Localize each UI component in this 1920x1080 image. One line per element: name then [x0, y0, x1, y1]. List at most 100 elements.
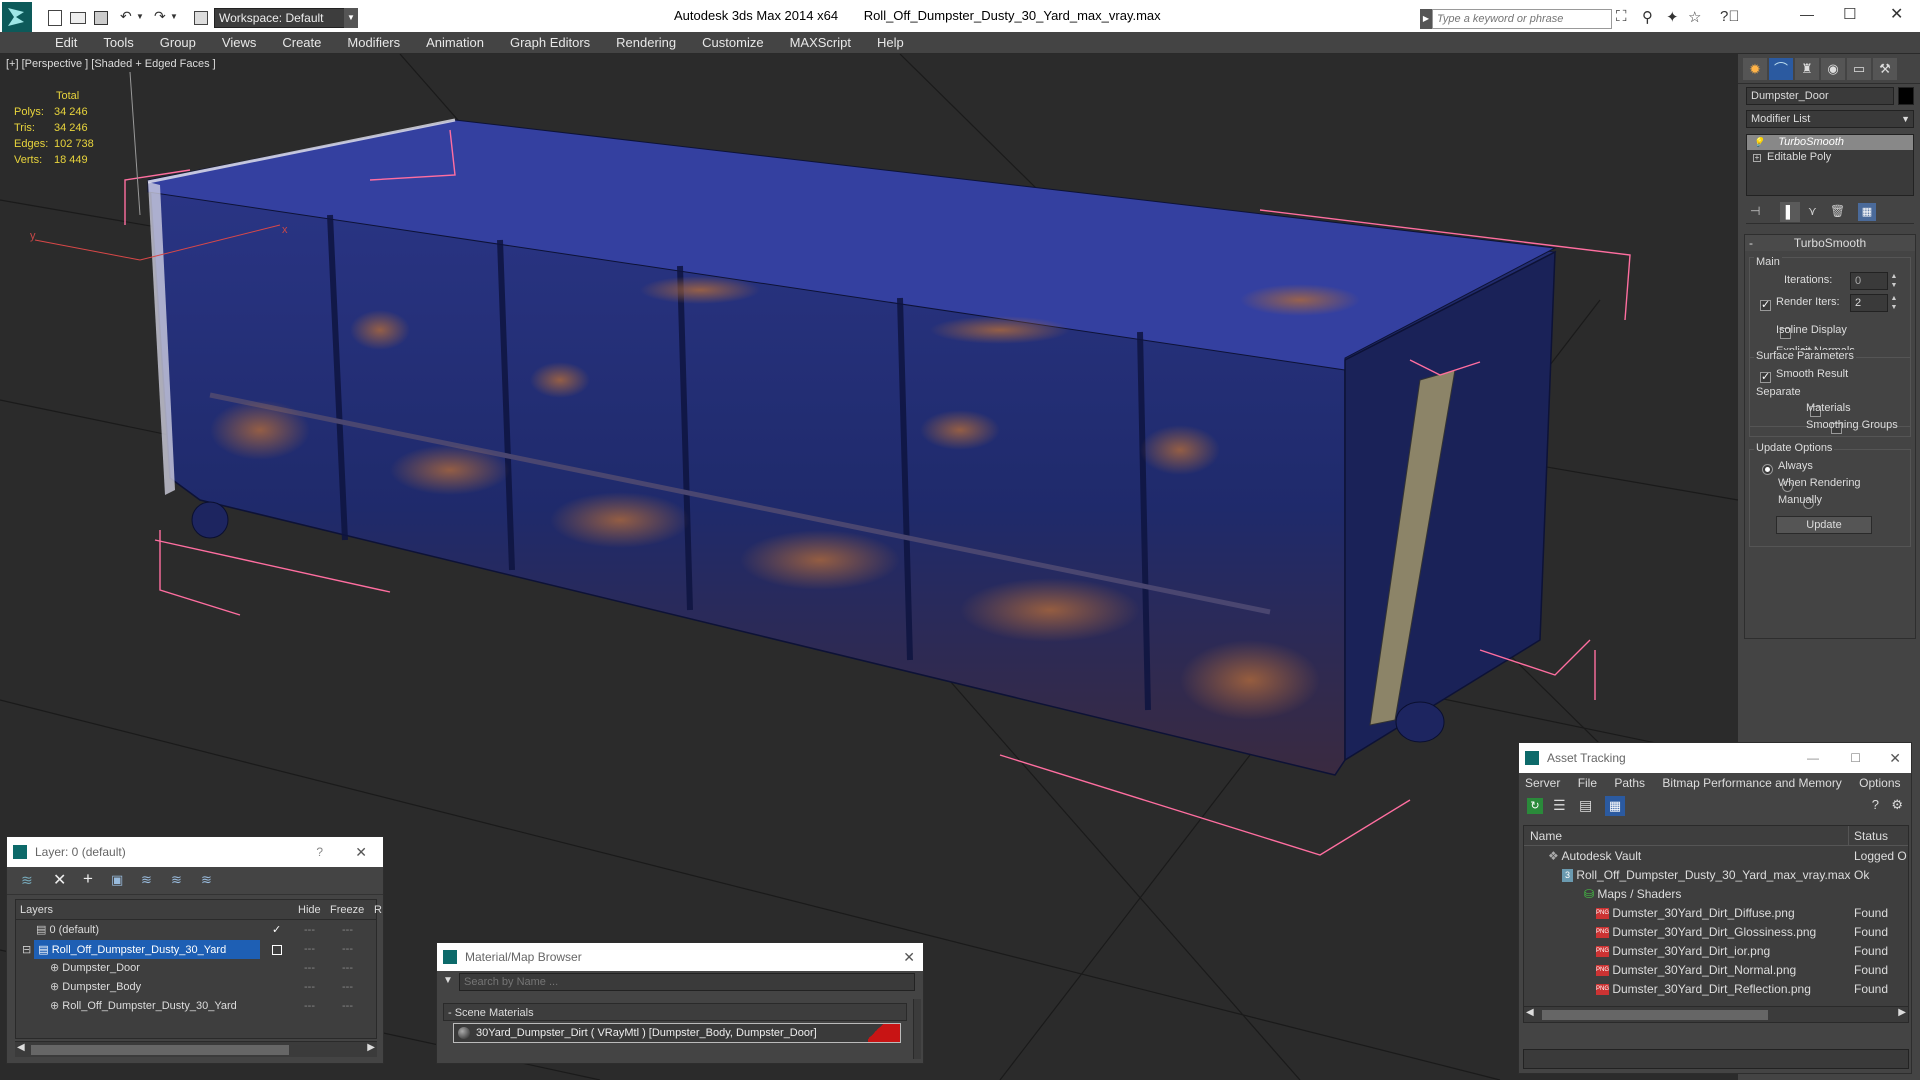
display-tab-icon[interactable]: ▭	[1847, 58, 1871, 80]
favorites-star-icon[interactable]: ☆	[1688, 8, 1701, 26]
rollout-header[interactable]: - TurboSmooth	[1745, 235, 1915, 251]
freeze-toggle[interactable]: ---	[342, 959, 353, 978]
binoculars-icon[interactable]: ⛶	[1616, 8, 1627, 25]
always-radio[interactable]	[1762, 464, 1773, 476]
exchange-icon[interactable]: ✦	[1666, 8, 1679, 26]
asset-menu-file[interactable]: File	[1578, 776, 1597, 790]
update-button[interactable]: Update	[1776, 516, 1872, 534]
motion-tab-icon[interactable]: ◉	[1821, 58, 1845, 80]
minimize-button[interactable]: —	[1800, 6, 1814, 22]
create-tab-icon[interactable]: ✹	[1743, 58, 1767, 80]
stack-item-turbosmooth[interactable]: 💡 TurboSmooth	[1747, 135, 1913, 150]
freeze-toggle[interactable]: ---	[342, 978, 353, 997]
maximize-button[interactable]: ☐	[1850, 743, 1861, 773]
scroll-thumb[interactable]	[31, 1045, 289, 1055]
modifier-list-dropdown[interactable]: Modifier List ▼	[1746, 110, 1914, 128]
asset-menu-bitmap[interactable]: Bitmap Performance and Memory	[1662, 776, 1841, 790]
asset-menu-options[interactable]: Options	[1859, 776, 1900, 790]
highlight-layer-icon[interactable]: ≋	[141, 872, 152, 888]
help-icon[interactable]: ?	[1872, 797, 1879, 812]
make-unique-icon[interactable]: ⋎	[1808, 204, 1817, 218]
viewport-label[interactable]: [+] [Perspective ] [Shaded + Edged Faces…	[6, 58, 216, 70]
asset-menu-paths[interactable]: Paths	[1614, 776, 1645, 790]
menu-maxscript[interactable]: MAXScript	[777, 32, 864, 54]
hide-toggle[interactable]: ---	[304, 940, 315, 959]
material-item[interactable]: 30Yard_Dumpster_Dirt ( VRayMtl ) [Dumpst…	[453, 1023, 901, 1043]
select-in-layer-icon[interactable]: ▣	[111, 872, 123, 888]
object-row[interactable]: ⊕ Dumpster_Body --- ---	[16, 978, 376, 997]
undo-icon[interactable]: ↶	[120, 8, 132, 25]
layer-window-titlebar[interactable]: Layer: 0 (default) ? ✕	[7, 837, 383, 867]
asset-tracking-titlebar[interactable]: Asset Tracking — ☐ ✕	[1519, 743, 1911, 773]
scroll-left-icon[interactable]: ◀	[1526, 1007, 1534, 1018]
hide-toggle[interactable]: ---	[304, 997, 315, 1016]
workspace-arrow-icon[interactable]: ▼	[344, 8, 358, 28]
project-folder-icon[interactable]	[194, 11, 208, 25]
close-button[interactable]: ✕	[1890, 4, 1903, 24]
menu-create[interactable]: Create	[269, 32, 334, 54]
stack-item-editable-poly[interactable]: + Editable Poly	[1747, 150, 1913, 165]
smooth-result-checkbox[interactable]	[1760, 370, 1771, 384]
scroll-thumb[interactable]	[1542, 1010, 1768, 1020]
options-menu-icon[interactable]: ▼	[443, 975, 453, 986]
collapse-minus-icon[interactable]: ⊟	[22, 944, 34, 956]
menu-tools[interactable]: Tools	[90, 32, 146, 54]
iterations-input[interactable]	[1850, 272, 1888, 290]
remove-modifier-icon[interactable]: 🗑	[1830, 204, 1845, 218]
lightbulb-icon[interactable]: 💡	[1753, 137, 1764, 147]
create-layer-icon[interactable]: ≋	[21, 872, 33, 889]
menu-group[interactable]: Group	[147, 32, 209, 54]
col-freeze[interactable]: Freeze	[330, 900, 364, 920]
menu-modifiers[interactable]: Modifiers	[334, 32, 413, 54]
layer-horizontal-scrollbar[interactable]: ◀ ▶	[15, 1041, 377, 1057]
asset-row-map[interactable]: PNG Dumster_30Yard_Dirt_Normal.png Found	[1524, 961, 1908, 980]
detail-view-icon[interactable]: ▤	[1579, 797, 1592, 814]
col-name[interactable]: Name	[1530, 826, 1562, 846]
redo-dropdown-icon[interactable]: ▼	[170, 12, 178, 21]
menu-customize[interactable]: Customize	[689, 32, 776, 54]
close-icon[interactable]: ✕	[1889, 743, 1901, 773]
object-name-field[interactable]	[1746, 87, 1894, 105]
object-row[interactable]: ⊕ Dumpster_Door --- ---	[16, 959, 376, 978]
material-search-input[interactable]	[459, 973, 915, 991]
freeze-toggle[interactable]: ---	[342, 940, 353, 959]
render-iters-checkbox[interactable]	[1760, 298, 1771, 312]
maximize-button[interactable]: ☐	[1843, 5, 1856, 23]
iterations-spinner[interactable]: ▲ ▼	[1890, 272, 1898, 290]
col-r[interactable]: R	[374, 900, 382, 920]
asset-row-map[interactable]: PNG Dumster_30Yard_Dirt_Reflection.png F…	[1524, 980, 1908, 999]
asset-horizontal-scrollbar[interactable]: ◀ ▶	[1524, 1006, 1908, 1022]
render-iters-input[interactable]	[1850, 294, 1888, 312]
scene-materials-section[interactable]: - Scene Materials	[443, 1003, 907, 1021]
current-layer-box[interactable]	[272, 945, 282, 955]
scroll-right-icon[interactable]: ▶	[1898, 1007, 1906, 1018]
menu-views[interactable]: Views	[209, 32, 269, 54]
app-logo-icon[interactable]	[2, 2, 32, 32]
menu-animation[interactable]: Animation	[413, 32, 497, 54]
communication-icon[interactable]: ⚲	[1642, 8, 1653, 26]
asset-row-map[interactable]: PNG Dumster_30Yard_Dirt_Glossiness.png F…	[1524, 923, 1908, 942]
show-end-result-icon[interactable]: ▌	[1780, 202, 1800, 222]
material-browser-titlebar[interactable]: Material/Map Browser ✕	[437, 943, 923, 971]
menu-rendering[interactable]: Rendering	[603, 32, 689, 54]
hierarchy-tab-icon[interactable]: ♜	[1795, 58, 1819, 80]
redo-icon[interactable]: ↷	[154, 8, 166, 25]
new-file-icon[interactable]	[48, 10, 62, 26]
close-icon[interactable]: ✕	[355, 837, 367, 867]
layer-row[interactable]: ▤ 0 (default) ✓ --- ---	[16, 921, 376, 940]
refresh-icon[interactable]: ↻	[1527, 798, 1543, 814]
col-status[interactable]: Status	[1854, 826, 1888, 846]
asset-row-maps[interactable]: ⛁ Maps / Shaders	[1524, 885, 1908, 904]
keyword-search-input[interactable]	[1432, 9, 1612, 29]
table-view-icon[interactable]: ▦	[1605, 796, 1625, 816]
asset-row-map[interactable]: PNG Dumster_30Yard_Dirt_ior.png Found	[1524, 942, 1908, 961]
asset-path-field[interactable]	[1523, 1049, 1909, 1069]
freeze-all-icon[interactable]: ≋	[201, 872, 212, 888]
search-arrow-icon[interactable]: ▶	[1420, 9, 1432, 29]
asset-row-map[interactable]: PNG Dumster_30Yard_Dirt_Diffuse.png Foun…	[1524, 904, 1908, 923]
delete-layer-icon[interactable]: ✕	[53, 870, 66, 890]
object-row[interactable]: ⊕ Roll_Off_Dumpster_Dusty_30_Yard --- --…	[16, 997, 376, 1016]
render-iters-spinner[interactable]: ▲ ▼	[1890, 294, 1898, 312]
active-check-icon[interactable]: ✓	[272, 921, 281, 940]
object-color-swatch[interactable]	[1898, 87, 1914, 105]
